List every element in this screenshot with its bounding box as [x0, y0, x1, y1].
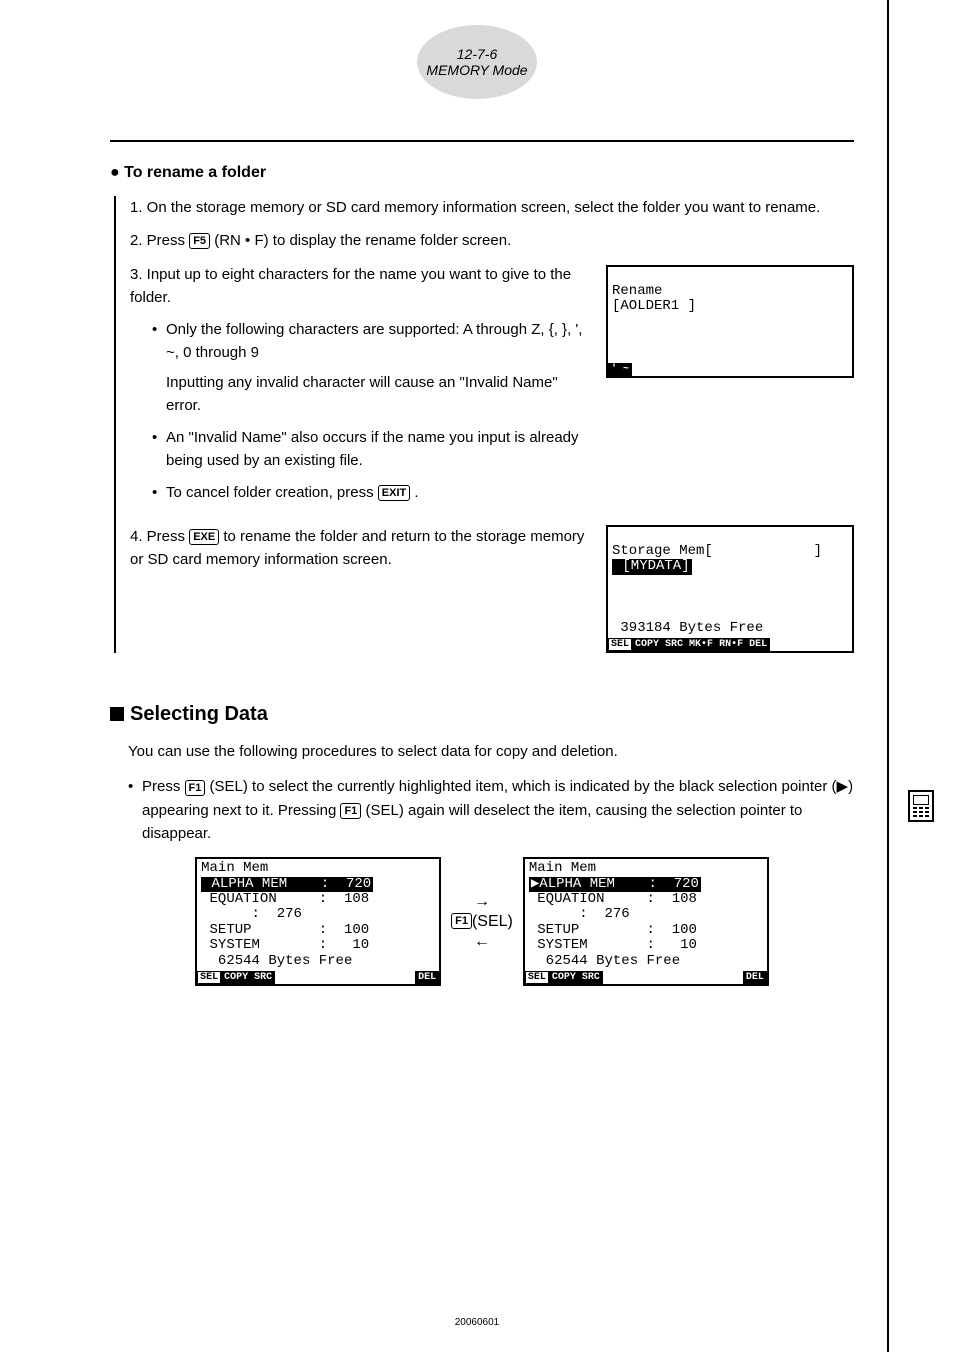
- lcd-storage: Storage Mem[ ] [MYDATA] 393184 Bytes Fre…: [606, 525, 854, 654]
- section-title: MEMORY Mode: [426, 62, 527, 78]
- lcd-mainmem-right: Main Mem ▶ALPHA MEM : 720 EQUATION : 108…: [523, 857, 769, 986]
- sub-bullet-invalid: An "Invalid Name" also occurs if the nam…: [152, 427, 590, 472]
- step-2: 2. Press F5 (RN • F) to display the rena…: [130, 229, 854, 252]
- step-4: 4. Press EXE to rename the folder and re…: [130, 525, 854, 654]
- key-f5: F5: [189, 233, 210, 249]
- lcd-compare-row: Main Mem ALPHA MEM : 720 EQUATION : 108 …: [110, 857, 854, 986]
- lcd-rename-funcrow: ' ~: [608, 363, 852, 376]
- key-exit: EXIT: [378, 485, 410, 501]
- key-f1-b: F1: [340, 803, 361, 819]
- section-rule: [110, 140, 854, 142]
- selecting-intro: You can use the following procedures to …: [128, 740, 854, 763]
- calculator-icon: [908, 790, 934, 822]
- page-right-rule: [887, 0, 889, 1352]
- selecting-heading: Selecting Data: [110, 703, 854, 726]
- step-3: 3. Input up to eight characters for the …: [130, 263, 854, 515]
- lcd-storage-funcrow: SEL COPY SRC MK•F RN•F DEL: [608, 638, 852, 651]
- step-1: 1. On the storage memory or SD card memo…: [130, 196, 854, 219]
- sub-bullet-chars: Only the following characters are suppor…: [152, 319, 590, 417]
- pointer-glyph: ▶: [837, 778, 849, 795]
- key-f1-a: F1: [185, 780, 206, 796]
- lcd-right-funcrow: SEL COPY SRC DEL: [525, 971, 767, 984]
- arrow-left-icon: ←: [474, 933, 490, 951]
- arrow-column: → F1(SEL) ←: [451, 893, 513, 951]
- page-header-badge: 12-7-6 MEMORY Mode: [417, 25, 537, 99]
- rename-steps: 1. On the storage memory or SD card memo…: [114, 196, 854, 653]
- rename-heading: To rename a folder: [110, 164, 854, 182]
- lcd-rename: Rename [AOLDER1 ] ' ~: [606, 265, 854, 378]
- arrow-label: F1(SEL): [451, 913, 513, 931]
- footer-date: 20060601: [455, 1317, 500, 1328]
- selecting-bullet: Press F1 (SEL) to select the currently h…: [128, 775, 854, 845]
- lcd-mainmem-left: Main Mem ALPHA MEM : 720 EQUATION : 108 …: [195, 857, 441, 986]
- page-ref: 12-7-6: [457, 46, 497, 62]
- arrow-right-icon: →: [474, 893, 490, 911]
- key-exe: EXE: [189, 529, 219, 545]
- lcd-left-funcrow: SEL COPY SRC DEL: [197, 971, 439, 984]
- square-icon: [110, 707, 124, 721]
- sub-bullet-cancel: To cancel folder creation, press EXIT .: [152, 482, 590, 505]
